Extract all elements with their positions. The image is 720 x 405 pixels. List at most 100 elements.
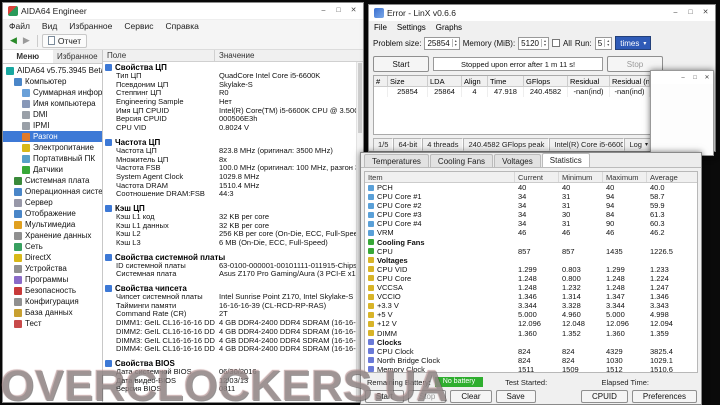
start-button[interactable]: Start [373,56,429,72]
sidebar-item-os[interactable]: Операционная система [3,186,102,197]
stat-row[interactable]: North Bridge Clock82482410301029.1 [365,356,697,365]
run-count-input[interactable]: 5 [595,37,612,50]
table-row[interactable]: Степпинг ЦПR0 [103,89,356,98]
stat-row[interactable]: DIMM1.3601.3521.3601.359 [365,329,697,338]
close-icon[interactable] [698,7,713,19]
sidebar-item-software[interactable]: Программы [3,274,102,285]
memory-input[interactable]: 5120 [518,37,549,50]
result-row[interactable]: 25854 25864 4 47.918 240.4582 -nan(ind) … [374,87,650,97]
table-row[interactable]: Чипсет системной платыIntel Sunrise Poin… [103,293,356,302]
sidebar-item-storage[interactable]: Хранение данных [3,230,102,241]
table-row[interactable]: Дата видео-BIOS12/03/13 [103,377,356,386]
column-align[interactable]: Align [462,76,488,86]
column-maximum[interactable]: Maximum [603,172,647,182]
start-button[interactable]: Start [365,390,404,403]
table-row[interactable]: DIMM4: GeIL CL16-16-16 DDR4-24004 GB DDR… [103,345,356,354]
stat-row[interactable]: +3.3 V3.3443.3283.3443.343 [365,301,697,310]
stat-row[interactable]: CPU Core #234319459.9 [365,201,697,210]
tab-voltages[interactable]: Voltages [494,154,541,167]
table-row[interactable]: Кэш L1 данных32 KB per core [103,222,356,231]
sidebar-item-display[interactable]: Отображение [3,208,102,219]
stat-row[interactable]: VCCSA1.2481.2321.2481.247 [365,283,697,292]
stat-row[interactable]: CPU Core1.2480.8001.2481.224 [365,274,697,283]
sidebar-item-aida64-root[interactable]: AIDA64 v5.75.3945 Beta [3,65,102,76]
log-toggle[interactable]: Log [624,138,653,151]
preferences-button[interactable]: Preferences [632,390,697,403]
save-button[interactable]: Save [496,390,536,403]
stat-row[interactable]: +5 V5.0004.9605.0004.998 [365,310,697,319]
menu-favorites[interactable]: Избранное [63,21,118,31]
back-icon[interactable] [10,35,17,46]
sidebar-item-ipmi[interactable]: IPMI [3,120,102,131]
sidebar-item-power[interactable]: Электропитание [3,142,102,153]
menu-settings[interactable]: Settings [392,23,431,32]
sidebar-item-portable-pc[interactable]: Портативный ПК [3,153,102,164]
menu-view[interactable]: Вид [36,21,63,31]
sidebar-item-multimedia[interactable]: Мультимедиа [3,219,102,230]
maximize-icon[interactable] [689,73,701,83]
sidebar-item-motherboard[interactable]: Системная плата [3,175,102,186]
stop-button[interactable]: Stop [408,390,446,403]
sidebar-item-network[interactable]: Сеть [3,241,102,252]
table-row[interactable]: DIMM1: GeIL CL16-16-16 DDR4-24004 GB DDR… [103,319,356,328]
table-row[interactable]: ID системной платы63-0100-000001-0010111… [103,262,356,271]
cpuid-button[interactable]: CPUID [581,390,628,403]
menu-file[interactable]: File [369,23,392,32]
table-row[interactable]: Частота DRAM1510.4 MHz [103,182,356,191]
table-row[interactable]: Кэш L36 MB (On-Die, ECC, Full-Speed) [103,239,356,248]
stat-row[interactable]: CPU Core #334308461.3 [365,210,697,219]
stat-row[interactable]: CPU VID1.2990.8031.2991.233 [365,265,697,274]
stat-group-row[interactable]: Cooling Fans [365,238,697,247]
stat-row[interactable]: PCH40404040.0 [365,183,697,192]
sidebar-item-overclock[interactable]: Разгон [3,131,102,142]
table-row[interactable]: Частота FSB100.0 MHz (оригинал: 100 MHz,… [103,164,356,173]
column-field[interactable]: Поле [103,50,215,61]
scrollbar-thumb[interactable] [358,63,362,133]
close-icon[interactable] [701,73,713,83]
table-row[interactable]: DIMM3: GeIL CL16-16-16 DDR4-24004 GB DDR… [103,337,356,346]
menu-graphs[interactable]: Graphs [431,23,467,32]
sidebar-item-sensors[interactable]: Датчики [3,164,102,175]
column-current[interactable]: Current [515,172,559,182]
column-number[interactable]: # [374,76,388,86]
tab-cooling-fans[interactable]: Cooling Fans [430,154,493,167]
stat-row[interactable]: CPU85785714351226.5 [365,247,697,256]
maximize-icon[interactable] [331,5,346,17]
table-row[interactable]: Дата системной BIOS06/30/2016 [103,368,356,377]
column-residual-norm[interactable]: Residual (norm.) [610,76,650,86]
all-memory-checkbox[interactable] [552,39,560,47]
sidebar-item-benchmark[interactable]: Тест [3,318,102,329]
menu-tools[interactable]: Сервис [118,21,159,31]
sidebar-item-summary[interactable]: Суммарная информация [3,87,102,98]
table-row[interactable]: Кэш L1 код32 KB per core [103,213,356,222]
menu-file[interactable]: Файл [3,21,36,31]
stat-group-row[interactable]: Clocks [365,338,697,347]
tab-temperatures[interactable]: Temperatures [364,154,429,167]
table-row[interactable]: Тип ЦПQuadCore Intel Core i5-6600K [103,72,356,81]
column-size[interactable]: Size [388,76,428,86]
menu-help[interactable]: Справка [159,21,204,31]
stat-group-row[interactable]: Voltages [365,256,697,265]
table-row[interactable]: Имя ЦП CPUIDIntel(R) Core(TM) i5-6600K C… [103,107,356,116]
tab-statistics[interactable]: Statistics [542,153,590,167]
column-time[interactable]: Time [488,76,524,86]
table-row[interactable]: Соотношение DRAM:FSB44:3 [103,190,356,199]
close-icon[interactable] [346,5,361,17]
sidebar-item-config[interactable]: Конфигурация [3,296,102,307]
table-row[interactable]: Псевдоним ЦПSkylake-S [103,81,356,90]
table-row[interactable]: Версия CPUID000506E3h [103,115,356,124]
minimize-icon[interactable] [316,5,331,17]
tab-menu[interactable]: Меню [3,50,53,63]
column-value[interactable]: Значение [215,50,363,61]
minimize-icon[interactable] [677,73,689,83]
stat-row[interactable]: VCCIO1.3461.3141.3471.346 [365,292,697,301]
table-row[interactable]: Версия BIOS0811 [103,385,356,394]
stat-row[interactable]: VRM46464646.2 [365,228,697,237]
table-row[interactable]: Command Rate (CR)2T [103,310,356,319]
table-row[interactable]: Кэш L2256 KB per core (On-Die, ECC, Full… [103,230,356,239]
sidebar-item-computer-name[interactable]: Имя компьютера [3,98,102,109]
column-gflops[interactable]: GFlops [524,76,568,86]
clear-button[interactable]: Clear [450,390,491,403]
tab-favorites[interactable]: Избранное [53,50,103,63]
sidebar-item-database[interactable]: База данных [3,307,102,318]
